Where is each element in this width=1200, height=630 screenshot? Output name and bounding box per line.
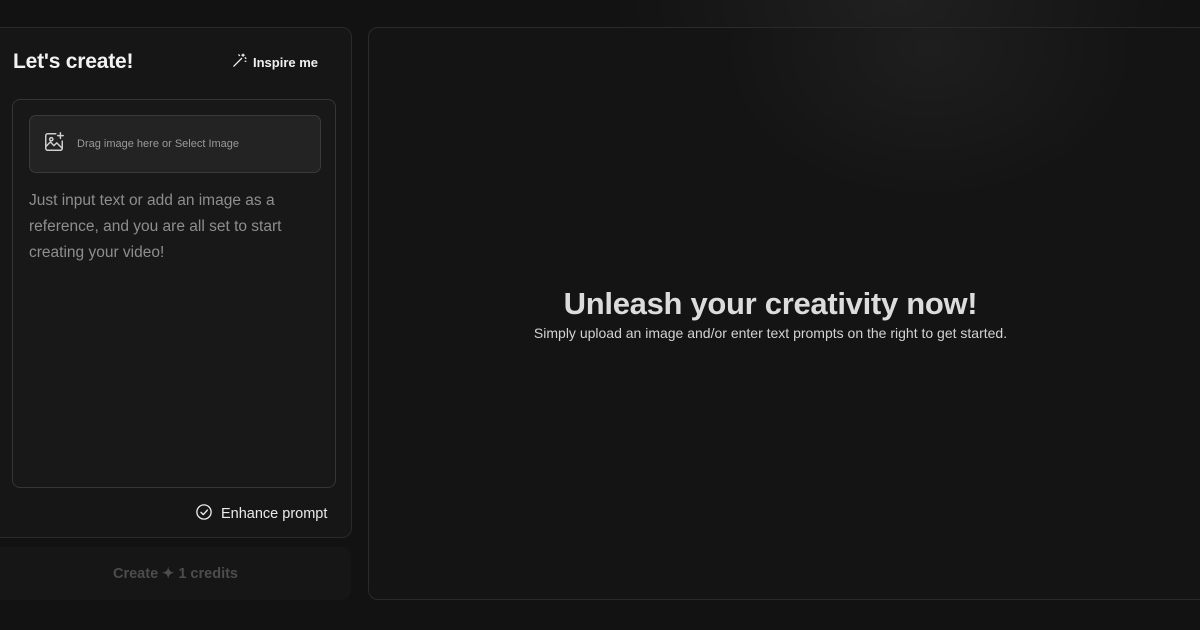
create-button[interactable]: Create ✦ 1 credits <box>0 547 351 600</box>
inspire-me-label: Inspire me <box>253 54 319 70</box>
prompt-textarea[interactable]: Drag image here or Select Image Just inp… <box>12 99 336 488</box>
prompt-placeholder: Just input text or add an image as a ref… <box>29 192 282 261</box>
upload-label: Drag image here or Select Image <box>77 138 240 150</box>
inspire-me-button[interactable]: Inspire me <box>231 52 318 72</box>
image-add-icon <box>43 131 65 158</box>
check-circle-icon <box>195 503 213 525</box>
hero-title: Unleash your creativity now! <box>563 286 978 321</box>
hero-subtitle: Simply upload an image and/or enter text… <box>533 325 1008 341</box>
enhance-prompt-toggle[interactable]: Enhance prompt <box>195 503 327 525</box>
panel-title: Let's create! <box>13 50 134 73</box>
magic-wand-icon <box>231 52 248 72</box>
image-upload-dropzone[interactable]: Drag image here or Select Image <box>29 115 321 173</box>
enhance-prompt-label: Enhance prompt <box>221 506 328 522</box>
preview-panel: Unleash your creativity now! Simply uplo… <box>368 27 1200 600</box>
